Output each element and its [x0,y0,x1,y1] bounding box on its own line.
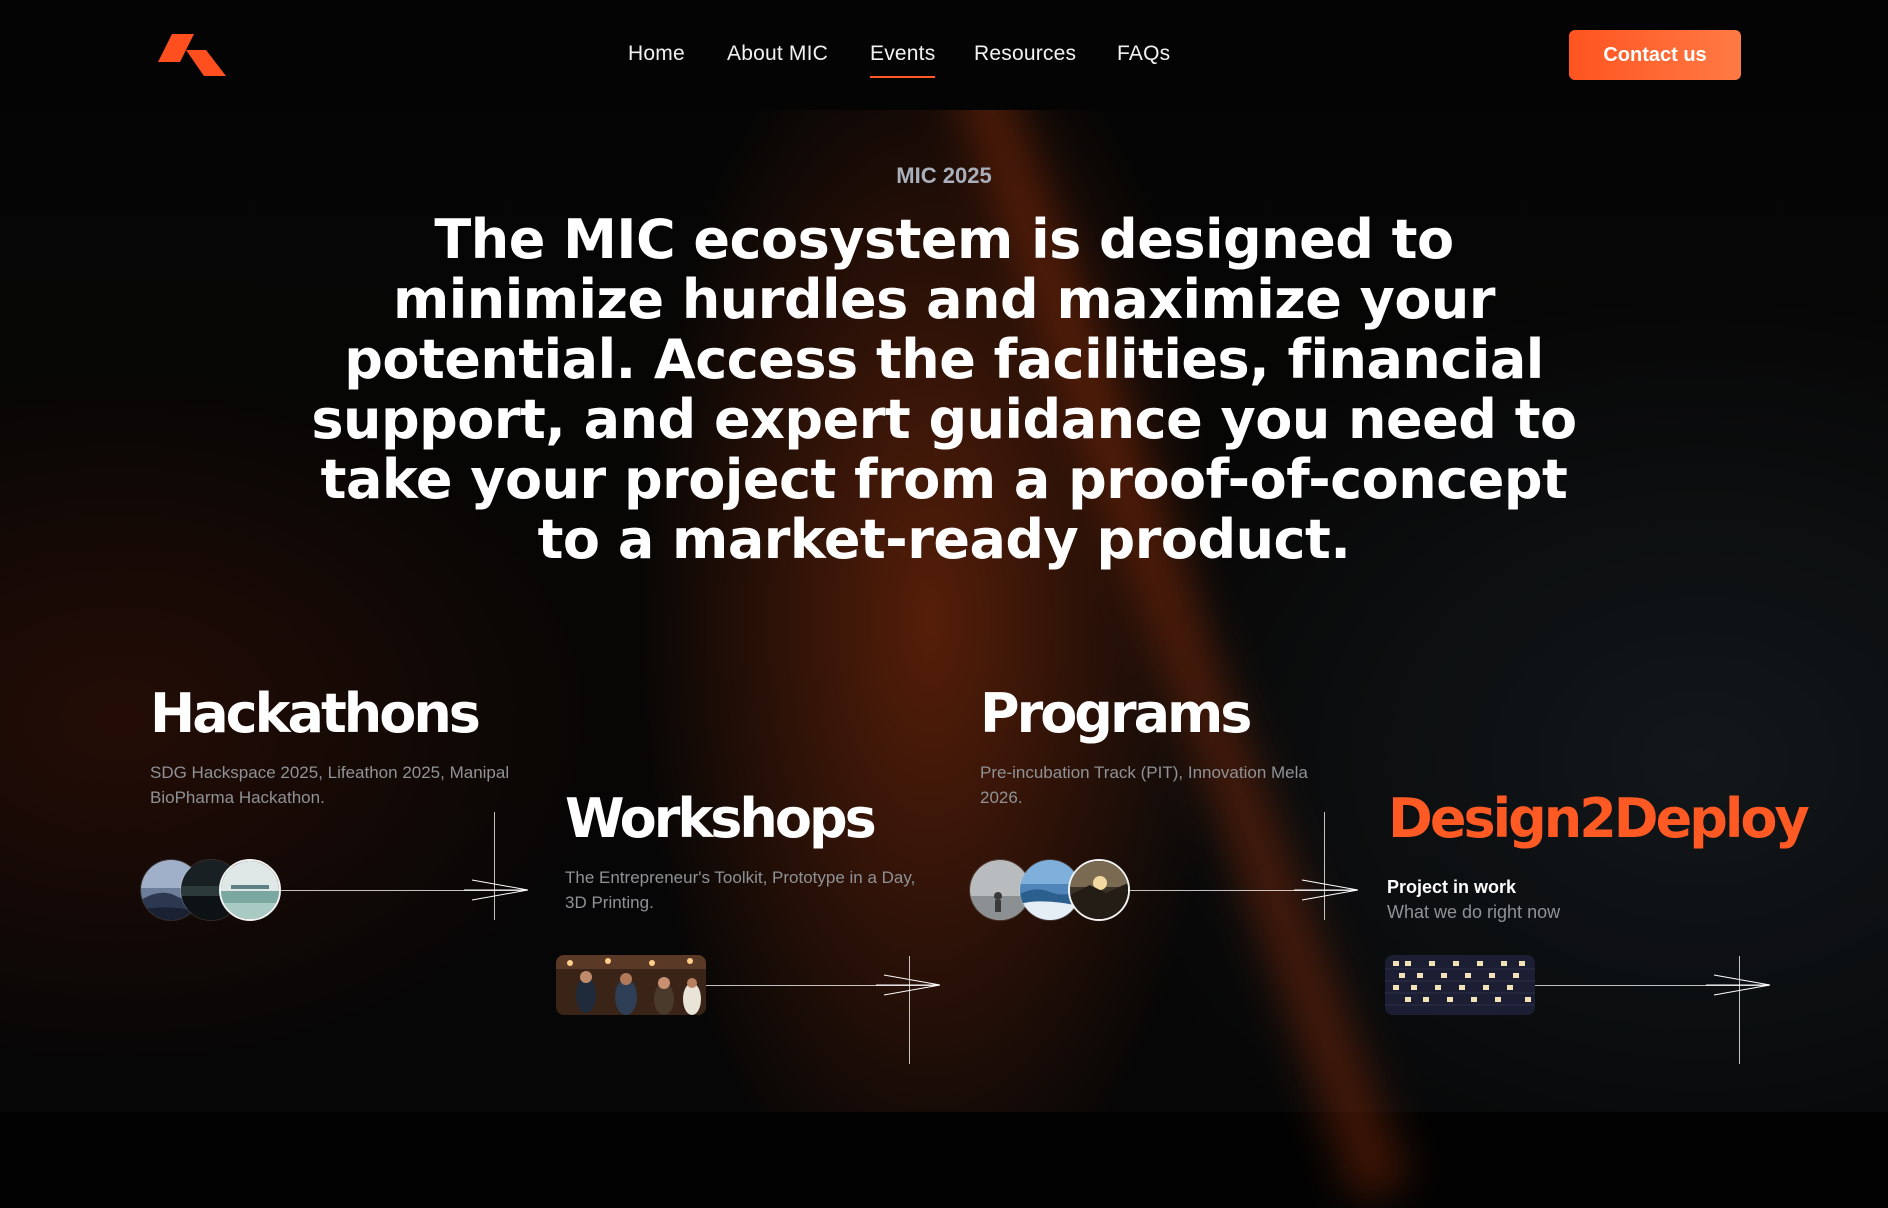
arrow-right-icon [1706,974,1770,996]
nav-events[interactable]: Events [870,42,936,78]
nav-home[interactable]: Home [628,42,685,66]
programs-description: Pre-incubation Track (PIT), Innovation M… [980,763,1308,807]
programs-title[interactable]: Programs [980,682,1252,745]
design2deploy-divider [1739,956,1740,1064]
design2deploy-title[interactable]: Design2Deploy [1388,787,1810,850]
hero-title: The MIC ecosystem is designed to minimiz… [311,208,1577,571]
programs-photo-3 [1068,859,1130,921]
arrow-right-icon [1294,879,1358,901]
workshops-description: The Entrepreneur's Toolkit, Prototype in… [565,868,916,912]
hero-eyebrow: MIC 2025 [896,163,992,188]
nav-about-mic[interactable]: About MIC [727,42,828,66]
design2deploy-note: What we do right now [1387,902,1561,922]
arrow-right-icon [876,974,940,996]
workshops-photo [556,955,706,1015]
arrow-right-icon [464,879,528,901]
site-header: Home About MIC Events Resources FAQs Con… [0,0,1888,110]
design2deploy-subtitle: Project in work [1387,877,1517,897]
hackathons-description: SDG Hackspace 2025, Lifeathon 2025, Mani… [150,763,510,807]
nav-resources[interactable]: Resources [974,42,1076,66]
workshops-title[interactable]: Workshops [565,787,877,850]
contact-us-button[interactable]: Contact us [1569,30,1741,80]
design2deploy-photo [1385,955,1535,1015]
hackathons-title[interactable]: Hackathons [150,682,481,745]
nav-faqs[interactable]: FAQs [1117,42,1170,66]
hackathons-divider [494,812,495,920]
programs-divider [1324,812,1325,920]
hackathons-photo-3 [219,859,281,921]
workshops-divider [909,956,910,1064]
